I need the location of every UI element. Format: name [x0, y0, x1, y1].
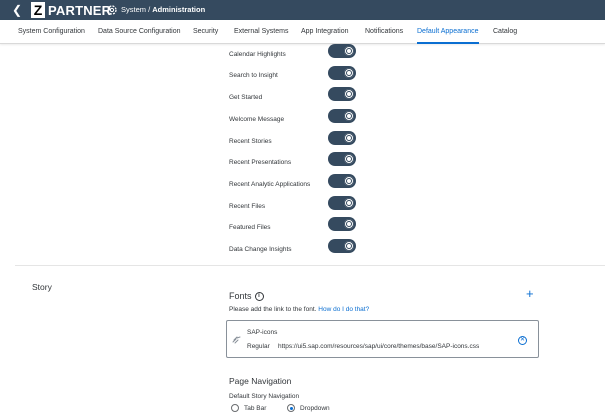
toggle-label: Recent Analytic Applications	[229, 181, 311, 188]
radio-circle-selected	[287, 404, 295, 412]
radio-circle	[231, 404, 239, 412]
tab-notifications[interactable]: Notifications	[365, 20, 403, 44]
font-name: SAP-icons	[247, 329, 278, 336]
radio-tab-bar[interactable]: Tab Bar	[231, 404, 266, 412]
font-url: https://ui5.sap.com/resources/sap/ui/cor…	[278, 343, 480, 350]
logo-letter: Z	[31, 2, 45, 18]
tab-external-systems[interactable]: External Systems	[234, 20, 288, 44]
chevron-left-icon[interactable]: ❮	[12, 2, 22, 18]
page-navigation-title: Page Navigation	[229, 376, 292, 386]
toggle-label: Recent Stories	[229, 138, 272, 145]
recent-presentations-switch[interactable]	[328, 152, 356, 166]
toggle-label: Search to Insight	[229, 72, 278, 79]
info-icon[interactable]: i	[254, 291, 264, 301]
font-item-card: SAP-icons Regular https://ui5.sap.com/re…	[226, 320, 539, 358]
tab-catalog[interactable]: Catalog	[493, 20, 517, 44]
toggle-label: Recent Presentations	[229, 159, 292, 166]
welcome-message-switch[interactable]	[328, 109, 356, 123]
tab-system-configuration[interactable]: System Configuration	[18, 20, 85, 44]
switch-knob	[344, 89, 354, 99]
page-navigation-subtitle: Default Story Navigation	[229, 393, 300, 400]
switch-knob	[344, 198, 354, 208]
radio-dropdown[interactable]: Dropdown	[287, 404, 330, 412]
breadcrumb-path[interactable]: System /	[121, 5, 152, 14]
toggle-label: Calendar Highlights	[229, 51, 286, 58]
toggle-label: Welcome Message	[229, 116, 285, 123]
link-icon	[232, 336, 241, 344]
section-title-story: Story	[32, 282, 52, 292]
tab-default-appearance[interactable]: Default Appearance	[417, 20, 479, 44]
remove-icon[interactable]: ✕	[518, 336, 527, 345]
switch-knob	[344, 176, 354, 186]
search-to-insight-switch[interactable]	[328, 66, 356, 80]
recent-files-switch[interactable]	[328, 196, 356, 210]
fonts-description: Please add the link to the font. How do …	[229, 306, 369, 313]
toggle-label: Data Change Insights	[229, 246, 292, 253]
breadcrumb: System / Administration	[121, 4, 205, 16]
switch-knob	[344, 241, 354, 251]
calendar-highlights-switch[interactable]	[328, 44, 356, 58]
switch-knob	[344, 154, 354, 164]
help-link[interactable]: How do I do that?	[318, 306, 369, 313]
recent-stories-switch[interactable]	[328, 131, 356, 145]
logo-text: PARTNER	[48, 2, 112, 18]
tab-security[interactable]: Security	[193, 20, 218, 44]
toggle-label: Recent Files	[229, 203, 266, 210]
switch-knob	[344, 219, 354, 229]
data-change-insights-switch[interactable]	[328, 239, 356, 253]
tab-bar: System Configuration Data Source Configu…	[0, 20, 605, 44]
toggle-label: Get Started	[229, 94, 263, 101]
get-started-switch[interactable]	[328, 87, 356, 101]
radio-label: Tab Bar	[244, 404, 267, 412]
tab-data-source-configuration[interactable]: Data Source Configuration	[98, 20, 181, 44]
shell-bar: ❮ Z PARTNER System / Administration	[0, 0, 605, 20]
switch-knob	[344, 46, 354, 56]
breadcrumb-current: Administration	[152, 5, 206, 14]
switch-knob	[344, 133, 354, 143]
plus-icon[interactable]: +	[526, 287, 534, 301]
font-style: Regular	[247, 343, 270, 350]
featured-files-switch[interactable]	[328, 217, 356, 231]
fonts-title: Fonts	[229, 291, 252, 301]
toggle-label: Featured Files	[229, 224, 271, 231]
switch-knob	[344, 111, 354, 121]
radio-label: Dropdown	[300, 404, 330, 412]
switch-knob	[344, 68, 354, 78]
tab-app-integration[interactable]: App Integration	[301, 20, 348, 44]
fonts-description-text: Please add the link to the font.	[229, 306, 319, 313]
recent-analytic-applications-switch[interactable]	[328, 174, 356, 188]
fonts-heading: Fonts i	[229, 291, 264, 301]
gear-icon	[107, 5, 117, 15]
logo[interactable]: Z PARTNER	[31, 1, 111, 19]
section-divider	[15, 265, 605, 266]
